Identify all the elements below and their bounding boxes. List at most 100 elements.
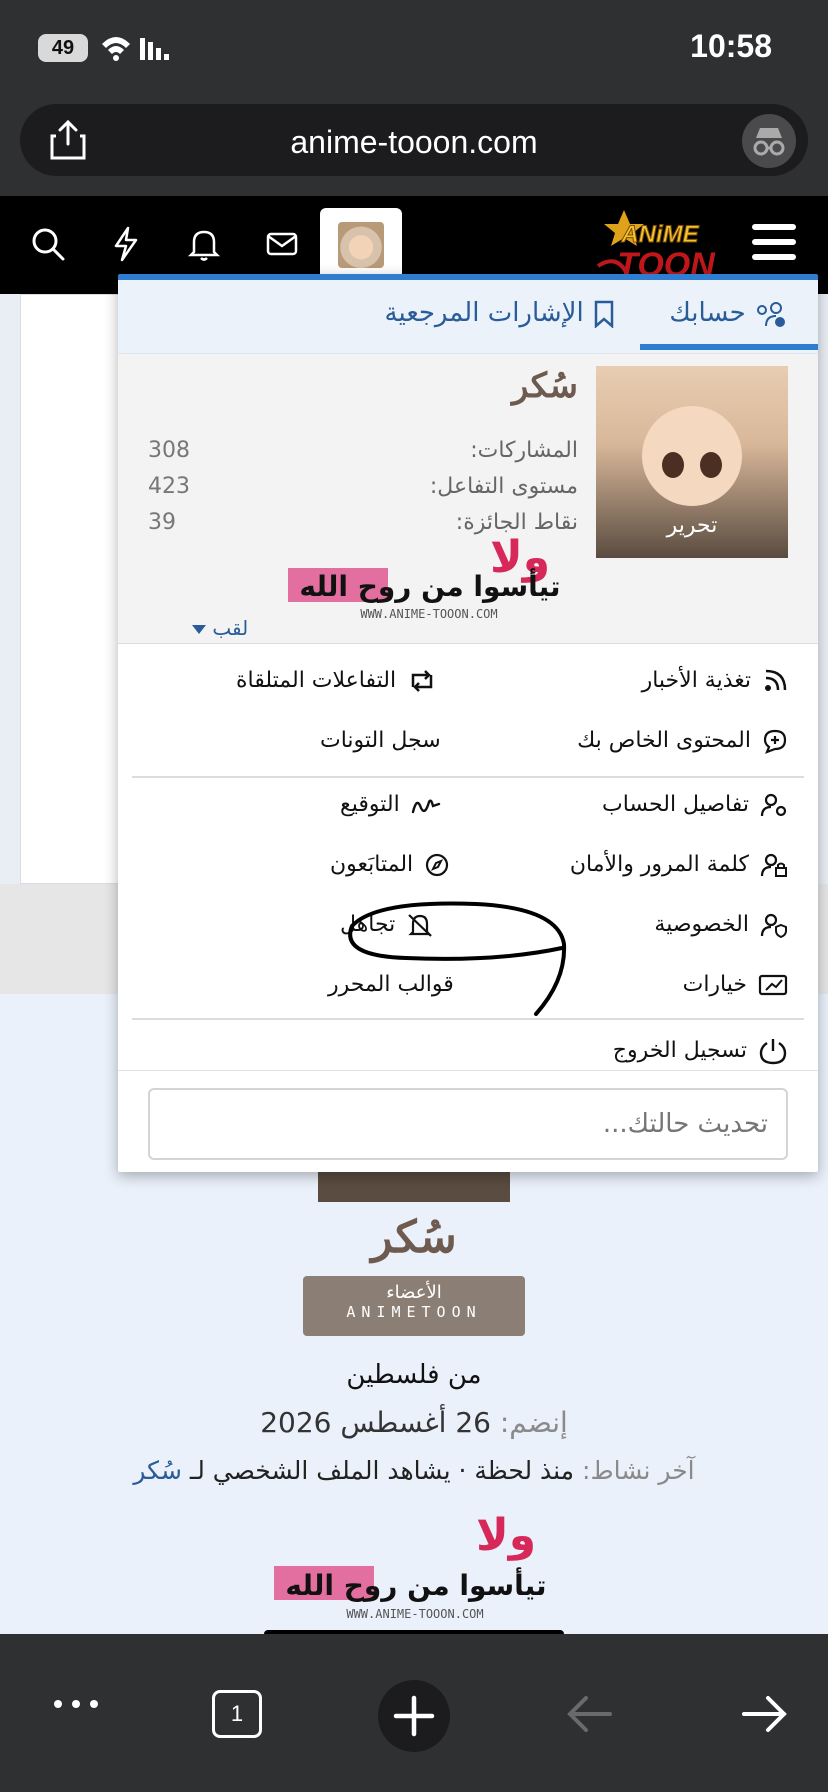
menu-username[interactable]: سُكر [512,366,578,406]
status-update-input[interactable] [148,1088,788,1160]
signature-url: WWW.ANIME-TOOON.COM [360,607,497,621]
stat-value: 308 [148,438,190,463]
stat-value: 39 [148,510,176,535]
sliders-icon [758,974,788,996]
tab-bookmarks-label: الإشارات المرجعية [384,298,584,328]
password-security-link[interactable]: كلمة المرور والأمان [570,852,788,878]
tab-account[interactable]: حسابك [669,298,788,328]
account-details-label: تفاصيل الحساب [602,792,749,817]
private-mode-button[interactable] [742,114,796,168]
svg-text:ANiME: ANiME [620,221,699,248]
editor-templates-label: قوالب المحرر [328,972,454,997]
news-feed-link[interactable]: تغذية الأخبار [642,668,788,694]
signature-phrase: تيأسوا من روح الله [299,568,560,603]
power-icon [759,1039,787,1065]
avatar-edit-label[interactable]: تحرير [596,513,788,538]
preferences-link[interactable]: خيارات [683,972,788,998]
stat-label: مستوى التفاعل: [429,474,578,499]
privacy-label: الخصوصية [654,912,749,937]
url-text[interactable]: anime-tooon.com [20,124,808,161]
hamburger-menu-icon[interactable] [752,224,796,260]
your-content-link[interactable]: المحتوى الخاص بك [577,728,788,754]
signature-icon [411,799,440,814]
caret-down-icon [192,625,206,634]
browser-chrome: anime-tooon.com [0,96,828,196]
profile-username[interactable]: سُكر [0,1212,828,1263]
menu-profile-card: تحرير سُكر المشاركات: 308 مستوى التفاعل:… [118,354,818,644]
editor-templates-link[interactable]: قوالب المحرر [328,972,454,997]
account-details-link[interactable]: تفاصيل الحساب [602,792,788,818]
profile-avatar[interactable]: تحرير [596,366,788,558]
signature-image: ولا تيأسوا من روح الله WWW.ANIME-TOOON.C… [288,532,561,621]
svg-text:تيأسوا من روح الله: تيأسوا من روح الله [285,1567,546,1602]
user-title-dropdown[interactable]: لقب [192,616,248,640]
search-icon[interactable] [28,224,68,264]
site-logo[interactable]: ANiME TOON [596,206,718,284]
divider [132,776,804,778]
rss-icon [765,669,787,691]
bell-icon[interactable] [184,224,224,264]
last-activity-user-link[interactable]: سُكر [133,1456,182,1485]
logout-label: تسجيل الخروج [612,1038,747,1063]
back-arrow-icon[interactable] [564,1694,614,1734]
joined-value: 26 أغسطس 2026 [260,1406,491,1439]
signal-wifi-icons [102,37,169,61]
your-content-label: المحتوى الخاص بك [577,728,751,753]
toon-log-label: سجل التونات [320,728,441,753]
svg-text:WWW.ANIME-TOOON.COM: WWW.ANIME-TOOON.COM [346,1607,483,1621]
stat-reaction-score: مستوى التفاعل: 423 [148,474,578,504]
preferences-label: خيارات [682,972,747,997]
following-link[interactable]: المتابَعون [330,852,450,878]
password-security-label: كلمة المرور والأمان [569,852,749,877]
location-text: من فلسطين [346,1360,482,1390]
joined-date: إنضم: 26 أغسطس 2026 [0,1406,828,1439]
joined-label: إنضم: [499,1406,568,1439]
signature-link[interactable]: التوقيع [340,792,441,817]
retweet-icon [411,670,433,692]
divider [118,1070,818,1071]
user-gear-icon [760,793,787,817]
ignoring-link[interactable]: تجاهل [340,912,434,938]
reactions-received-label: التفاعلات المتلقاة [236,668,397,693]
mail-icon[interactable] [262,224,302,264]
menu-tabs: حسابك الإشارات المرجعية [118,280,818,354]
tab-account-label: حسابك [669,298,746,328]
member-badge: الأعضاء ANIMETOON [303,1276,525,1336]
last-activity: آخر نشاط: منذ لحظة · يشاهد الملف الشخصي … [0,1456,828,1485]
lightning-icon[interactable] [106,224,146,264]
compass-icon [426,853,449,877]
tabs-button[interactable]: 1 [212,1690,262,1738]
badge-brand: ANIMETOON [346,1303,482,1321]
plus-icon [393,1695,435,1737]
stat-label: المشاركات: [470,438,578,463]
stat-posts: المشاركات: 308 [148,438,578,468]
divider [132,1018,804,1020]
chat-plus-icon [763,729,787,754]
privacy-link[interactable]: الخصوصية [654,912,788,939]
battery-indicator: 49 [38,34,88,62]
tab-bookmarks[interactable]: الإشارات المرجعية [384,298,616,329]
avatar-eye-right [700,452,722,478]
logout-link[interactable]: تسجيل الخروج [613,1036,788,1066]
reactions-received-link[interactable]: التفاعلات المتلقاة [236,668,437,693]
active-tab-indicator [640,344,818,350]
user-avatar [338,222,384,268]
toon-log-link[interactable]: سجل التونات [320,728,441,753]
user-shield-icon [760,913,787,939]
address-bar[interactable]: anime-tooon.com [20,104,808,176]
forward-arrow-icon[interactable] [740,1694,790,1734]
signature-label: التوقيع [340,792,400,817]
user-lock-icon [760,853,787,877]
badge-text: الأعضاء [386,1282,442,1303]
browser-toolbar: 1 [0,1634,828,1792]
avatar-face [642,406,742,506]
more-icon[interactable] [52,1696,100,1712]
news-feed-label: تغذية الأخبار [641,668,751,693]
new-tab-button[interactable] [378,1680,450,1752]
signature-image: ولا تيأسوا من روح الله WWW.ANIME-TOOON.C… [256,1500,574,1626]
incognito-icon [753,128,785,156]
stat-value: 423 [148,474,190,499]
bell-slash-icon [408,914,433,937]
users-gear-icon [757,301,785,327]
bookmark-icon [594,300,614,329]
